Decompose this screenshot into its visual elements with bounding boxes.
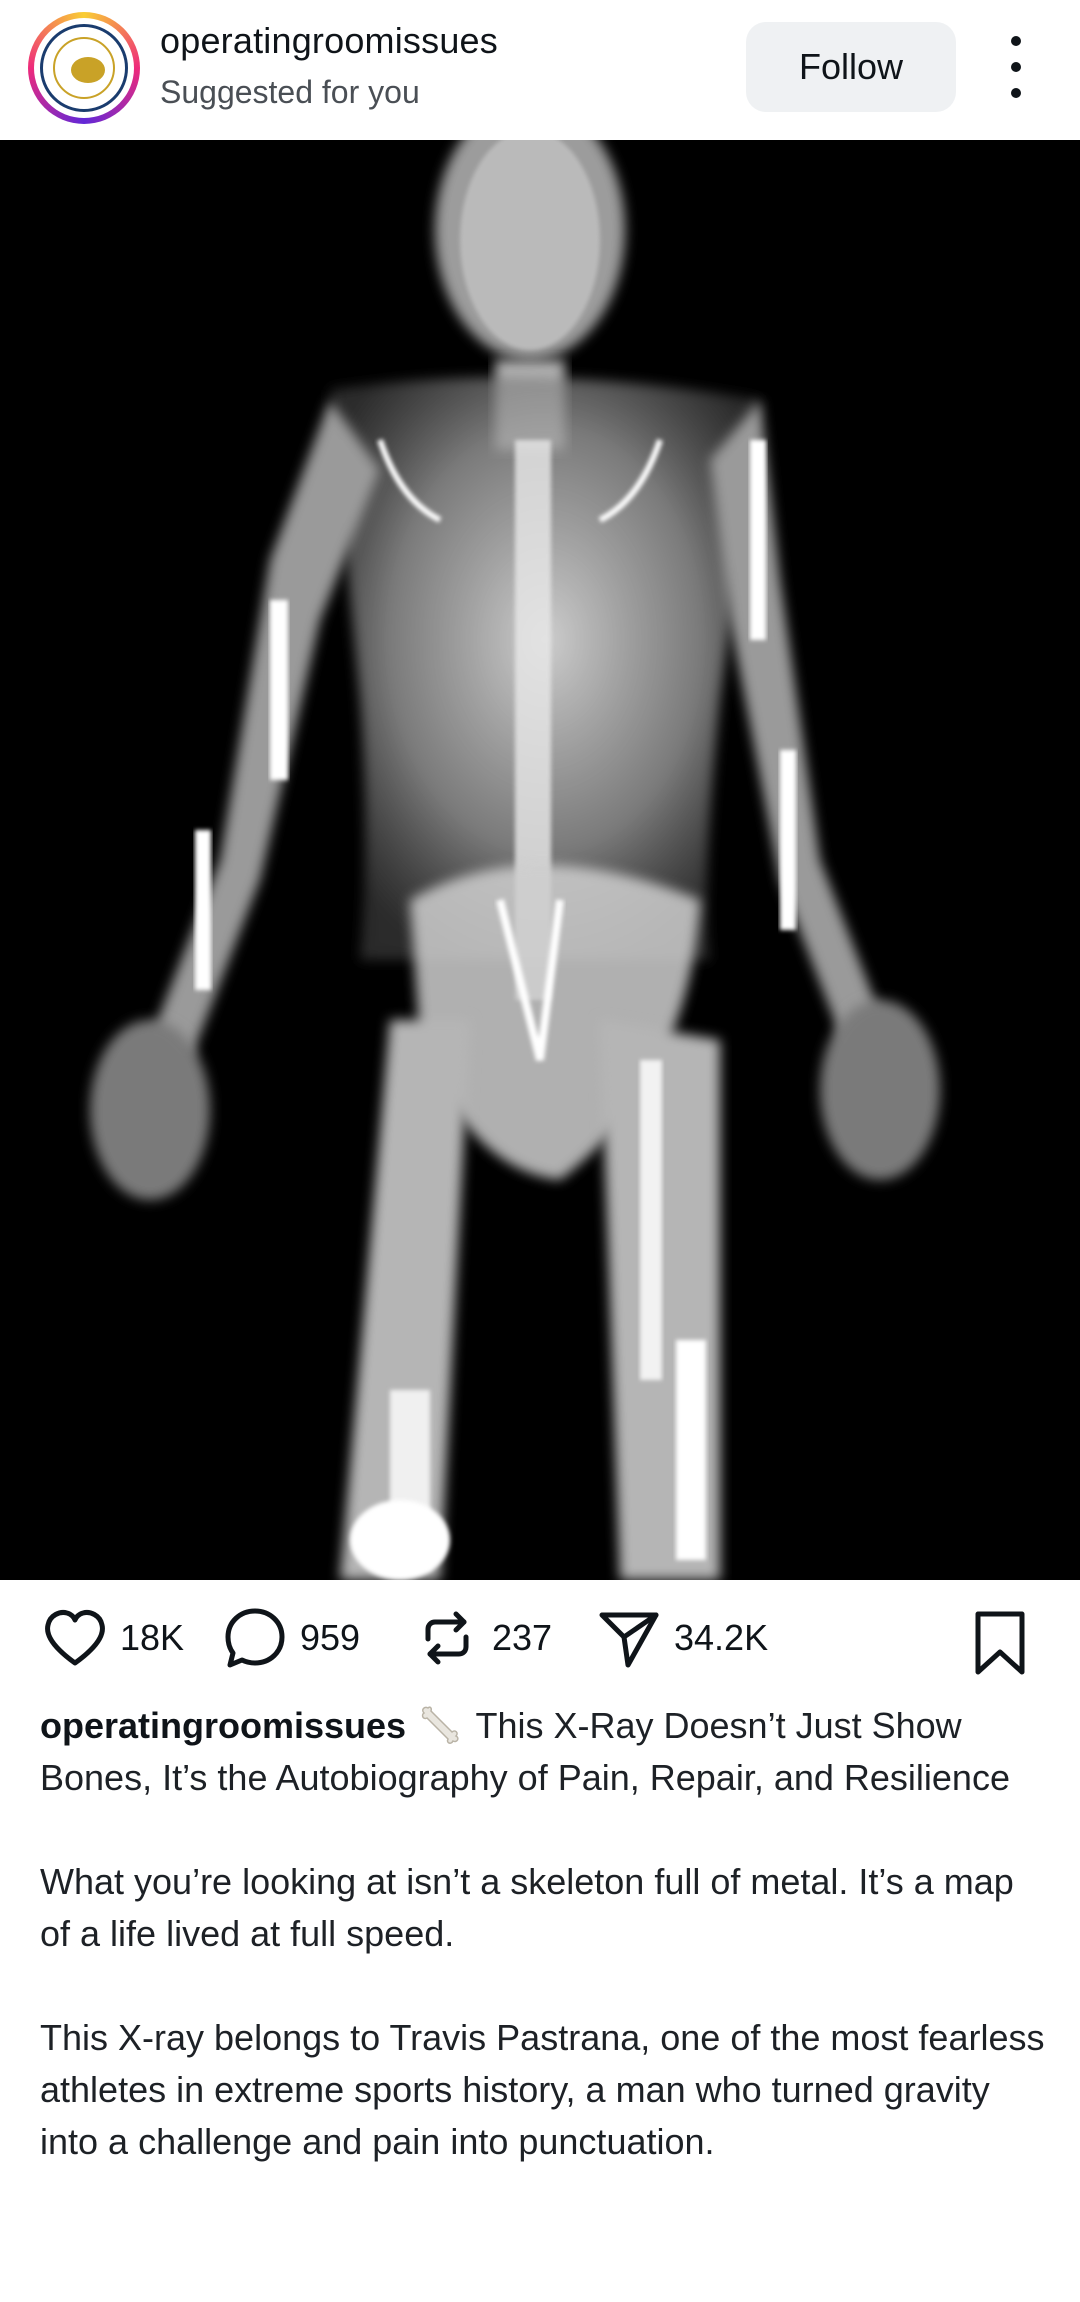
bookmark-icon <box>975 1611 1025 1675</box>
heart-icon <box>45 1610 105 1666</box>
caption-paragraph-1: What you’re looking at isn’t a skeleton … <box>40 1861 1014 1954</box>
logo-icon <box>40 24 128 112</box>
like-count: 18K <box>120 1617 185 1658</box>
post-username[interactable]: operatingroomissues <box>160 20 498 62</box>
like-button[interactable]: 18K <box>40 1598 184 1678</box>
caption-headline-paragraph: operatingroomissues This X-Ray Doesn’t J… <box>40 1700 1050 1804</box>
post-header: operatingroomissues Suggested for you Fo… <box>0 0 1080 140</box>
repost-count: 237 <box>492 1617 553 1658</box>
post-caption: operatingroomissues This X-Ray Doesn’t J… <box>40 1700 1050 2220</box>
action-bar: 18K 959 237 34.2K <box>0 1580 1080 1700</box>
repost-button[interactable]: 237 <box>412 1598 552 1678</box>
bone-emoji-icon <box>421 1706 459 1744</box>
post-image[interactable] <box>0 140 1080 1580</box>
share-button[interactable]: 34.2K <box>594 1598 768 1678</box>
suggested-label: Suggested for you <box>160 74 420 110</box>
comment-icon <box>225 1608 285 1668</box>
more-options-icon[interactable] <box>996 36 1036 98</box>
xray-image <box>0 140 1080 1580</box>
caption-username[interactable]: operatingroomissues <box>40 1705 406 1746</box>
repost-icon <box>425 1611 469 1665</box>
share-count: 34.2K <box>674 1617 769 1658</box>
comment-count: 959 <box>300 1617 361 1658</box>
comment-button[interactable]: 959 <box>220 1598 360 1678</box>
avatar[interactable] <box>28 12 140 124</box>
follow-button[interactable]: Follow <box>746 22 956 112</box>
caption-paragraph-2: This X-ray belongs to Travis Pastrana, o… <box>40 2017 1045 2162</box>
send-icon <box>599 1612 659 1668</box>
save-button[interactable] <box>968 1608 1032 1678</box>
